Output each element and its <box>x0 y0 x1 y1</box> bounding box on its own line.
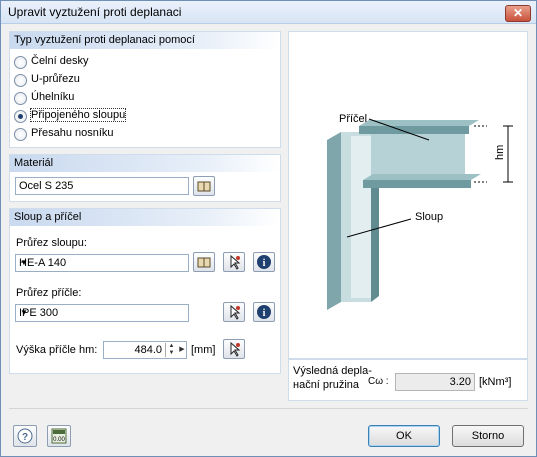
result-unit: [kNm³] <box>479 376 512 388</box>
svg-text:i: i <box>263 308 266 319</box>
beam-height-label: Výška příčle hm: <box>16 344 98 356</box>
help-button[interactable]: ? <box>13 425 37 447</box>
window-title: Upravit vyztužení proti deplanaci <box>8 5 182 19</box>
cursor-pick-icon <box>230 254 241 270</box>
cursor-pick-icon <box>230 304 241 320</box>
beam-info-button[interactable]: i <box>253 302 275 322</box>
material-group: Materiál Ocel S 235 <box>9 154 281 202</box>
result-label-line1: Výsledná depla- <box>293 365 372 377</box>
beam-section-select[interactable]: IPE 300 ▼ <box>15 304 189 322</box>
svg-text:0.00: 0.00 <box>53 437 65 443</box>
radio-indicator[interactable] <box>14 56 27 69</box>
radio-indicator[interactable] <box>14 110 27 123</box>
column-beam-illustration: hm Příčel Sloup <box>327 113 513 310</box>
material-library-button[interactable] <box>193 176 215 196</box>
cancel-button[interactable]: Storno <box>452 425 524 447</box>
column-beam-group: Sloup a příčel Průřez sloupu: HE-A 140 ▼ … <box>9 208 281 374</box>
spin-buttons[interactable]: ▲ ▼ <box>165 343 177 357</box>
result-value-field: 3.20 <box>395 373 475 391</box>
units-button[interactable]: 0.00 <box>47 425 71 447</box>
height-unit: [mm] <box>191 344 216 356</box>
help-icon: ? <box>17 428 33 444</box>
column-label: Sloup <box>415 211 443 223</box>
result-symbol: Cω : <box>368 376 389 387</box>
radio-indicator[interactable] <box>14 92 27 105</box>
chevron-down-icon: ▼ <box>20 258 28 267</box>
chevron-down-icon: ▼ <box>20 308 28 317</box>
dimension-label: hm <box>494 145 506 160</box>
connection-diagram: hm Příčel Sloup <box>288 31 528 359</box>
ok-button[interactable]: OK <box>368 425 440 447</box>
group-header: Materiál <box>10 155 280 172</box>
info-icon: i <box>257 255 271 269</box>
cursor-pick-icon <box>230 341 241 357</box>
radio-indicator[interactable] <box>14 74 27 87</box>
footer-divider <box>9 408 528 409</box>
result-panel: Výsledná depla- нační pružina Cω : 3.20 … <box>288 359 528 401</box>
info-icon: i <box>257 305 271 319</box>
title-bar: Upravit vyztužení proti deplanaci ✕ <box>1 1 536 24</box>
material-input[interactable]: Ocel S 235 <box>15 177 189 195</box>
beam-pick-button[interactable] <box>223 302 245 322</box>
beam-label: Příčel <box>339 113 367 125</box>
book-icon <box>197 181 211 192</box>
column-section-select[interactable]: HE-A 140 ▼ <box>15 254 189 272</box>
radio-indicator[interactable] <box>14 128 27 141</box>
svg-text:i: i <box>263 258 266 269</box>
group-header: Sloup a příčel <box>10 209 280 226</box>
group-header: Typ vyztužení proti deplanaci pomocí <box>10 32 280 49</box>
beam-height-input[interactable]: 484.0 ▲ ▼ ▶ <box>103 341 187 359</box>
book-icon <box>197 257 211 268</box>
spin-right-icon[interactable]: ▶ <box>178 343 186 357</box>
column-info-button[interactable]: i <box>253 252 275 272</box>
calculator-icon: 0.00 <box>51 428 67 444</box>
reinforcement-type-group: Typ vyztužení proti deplanaci pomocí Čel… <box>9 31 281 148</box>
result-label-line2: нační pružina <box>293 379 359 391</box>
close-button[interactable]: ✕ <box>505 5 531 22</box>
column-pick-button[interactable] <box>223 252 245 272</box>
height-pick-button[interactable] <box>223 339 245 359</box>
svg-text:?: ? <box>22 432 28 443</box>
column-section-label: Průřez sloupu: <box>16 237 87 249</box>
column-library-button[interactable] <box>193 252 215 272</box>
dialog-window: Upravit vyztužení proti deplanaci ✕ Typ … <box>0 0 537 457</box>
beam-section-label: Průřez příčle: <box>16 287 82 299</box>
